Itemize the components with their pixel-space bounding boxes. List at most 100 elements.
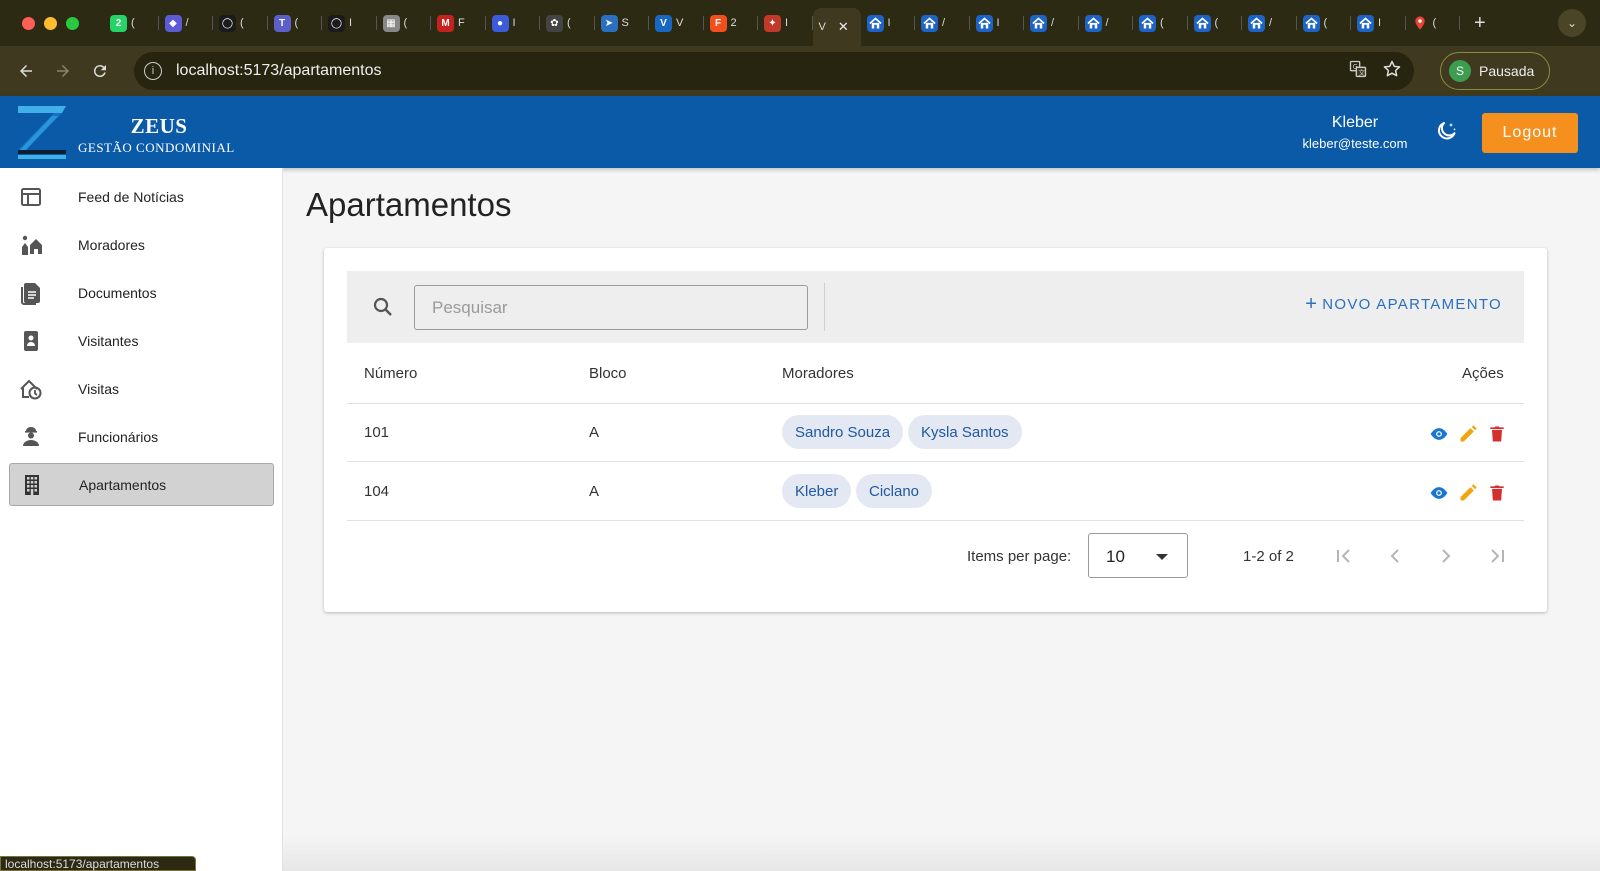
github-icon: ◯ xyxy=(328,14,345,32)
browser-tab[interactable]: ● I xyxy=(486,6,541,40)
user-info: Kleber kleber@teste.com xyxy=(1290,114,1420,151)
reload-button[interactable] xyxy=(89,60,111,82)
browser-tab[interactable]: / xyxy=(1079,6,1134,40)
browser-tab[interactable]: / xyxy=(915,6,970,40)
tab-title: ( xyxy=(1432,17,1437,29)
whatsapp-icon: 2 xyxy=(110,14,127,32)
back-button[interactable] xyxy=(15,60,37,82)
plus-icon: + xyxy=(1305,293,1319,315)
cell-numero: 104 xyxy=(364,483,390,500)
theme-toggle-moon-icon[interactable] xyxy=(1434,120,1458,144)
tab-title: 2 xyxy=(730,17,737,29)
close-window-button[interactable] xyxy=(22,16,35,30)
url-text: localhost:5173/apartamentos xyxy=(176,62,382,79)
last-page-icon[interactable] xyxy=(1485,544,1509,568)
delete-trash-icon[interactable] xyxy=(1487,424,1507,444)
svg-text:文: 文 xyxy=(1358,67,1365,76)
new-apartment-button[interactable]: + NOVO APARTAMENTO xyxy=(1305,293,1502,315)
sidebar-item-visitas[interactable]: Visitas xyxy=(9,367,274,410)
delete-trash-icon[interactable] xyxy=(1487,483,1507,503)
resident-chip[interactable]: Ciclano xyxy=(856,474,933,508)
tab-title: / xyxy=(1105,17,1109,29)
browser-tab[interactable]: / xyxy=(1024,6,1079,40)
browser-tab[interactable]: ( xyxy=(1133,6,1188,40)
browser-tab[interactable]: I xyxy=(970,6,1025,40)
items-per-page-select[interactable]: 10 xyxy=(1088,533,1188,578)
view-eye-icon[interactable] xyxy=(1429,483,1449,503)
profile-label: Pausada xyxy=(1479,63,1535,79)
resident-chip[interactable]: Kysla Santos xyxy=(908,415,1022,449)
logout-button[interactable]: Logout xyxy=(1482,113,1578,153)
caret-down-icon xyxy=(1156,554,1168,560)
gmail-icon: M xyxy=(437,14,454,32)
browser-tab[interactable]: ( xyxy=(1297,6,1352,40)
sidebar-item-moradores[interactable]: Moradores xyxy=(9,223,274,266)
browser-tab[interactable]: 2( xyxy=(104,6,159,40)
browser-tab[interactable]: ▦( xyxy=(377,6,432,40)
browser-tab[interactable]: I xyxy=(861,6,916,40)
tab-title: / xyxy=(942,17,946,29)
tab-title: / xyxy=(1269,17,1273,29)
tab-title: F xyxy=(458,17,465,29)
brand-subtitle: GESTÃO CONDOMINIAL xyxy=(78,140,235,155)
cell-numero: 101 xyxy=(364,424,390,441)
translate-icon[interactable]: G文 xyxy=(1348,59,1368,84)
home-tab-icon xyxy=(1248,14,1265,32)
tab-title: V xyxy=(818,21,826,33)
first-page-icon[interactable] xyxy=(1332,544,1356,568)
tab-title: I xyxy=(512,17,516,29)
browser-tab[interactable]: F2 xyxy=(704,6,759,40)
browser-tab-active[interactable]: V ✕ xyxy=(812,8,861,46)
browser-tab[interactable]: ◯( xyxy=(213,6,268,40)
resident-chip[interactable]: Sandro Souza xyxy=(782,415,904,449)
maps-tab-icon xyxy=(1412,15,1429,32)
browser-tab[interactable]: I xyxy=(1351,6,1406,40)
edit-pencil-icon[interactable] xyxy=(1458,483,1478,503)
site-info-icon[interactable]: i xyxy=(144,62,162,80)
browser-tabs: 2(◆ / ◯(T(◯ I ▦(M F ● I ✿(➤ S V V F 2 ✦ I V ✕ I / I / /((/(I(+ xyxy=(104,0,1486,46)
sidebar-item-feed[interactable]: Feed de Notícias xyxy=(9,175,274,218)
browser-tab[interactable]: ➤ S xyxy=(595,6,650,40)
sidebar-item-label: Apartamentos xyxy=(79,476,167,493)
next-page-icon[interactable] xyxy=(1434,544,1458,568)
column-header-numero[interactable]: Número xyxy=(364,365,417,382)
edit-pencil-icon[interactable] xyxy=(1458,424,1478,444)
zoom-window-button[interactable] xyxy=(66,16,79,30)
browser-tab[interactable]: / xyxy=(1242,6,1297,40)
app-tab-icon: ● xyxy=(491,14,509,32)
bookmark-star-icon[interactable] xyxy=(1382,59,1402,84)
browser-tab[interactable]: ( xyxy=(1188,6,1243,40)
browser-tab[interactable]: ◆ / xyxy=(159,6,214,40)
browser-tab[interactable]: T( xyxy=(268,6,323,40)
previous-page-icon[interactable] xyxy=(1383,544,1407,568)
address-bar[interactable]: i localhost:5173/apartamentos G文 xyxy=(134,52,1414,90)
sidebar-item-documentos[interactable]: Documentos xyxy=(9,271,274,314)
close-tab-icon[interactable]: ✕ xyxy=(838,19,849,35)
tab-search-button[interactable]: ⌄ xyxy=(1558,9,1586,37)
minimize-window-button[interactable] xyxy=(44,16,57,30)
browser-tab[interactable]: ( xyxy=(1406,6,1461,40)
search-input[interactable] xyxy=(414,285,808,330)
app-tab-icon: ✦ xyxy=(764,14,781,32)
home-tab-icon xyxy=(921,14,938,32)
user-name: Kleber xyxy=(1331,114,1379,131)
tab-title: / xyxy=(1051,17,1055,29)
browser-tab[interactable]: VV xyxy=(649,6,704,40)
browser-tab[interactable]: ◯ I xyxy=(322,6,377,40)
column-header-bloco[interactable]: Bloco xyxy=(589,365,627,382)
cell-bloco: A xyxy=(589,483,600,500)
column-header-moradores[interactable]: Moradores xyxy=(782,365,854,382)
new-tab-button[interactable]: + xyxy=(1474,12,1486,35)
sidebar-item-apartamentos[interactable]: Apartamentos xyxy=(9,463,274,506)
browser-tab[interactable]: ✿( xyxy=(540,6,595,40)
browser-tab[interactable]: ✦ I xyxy=(758,6,813,40)
tab-title: ( xyxy=(403,17,408,29)
forward-button[interactable] xyxy=(52,60,74,82)
sidebar-item-funcionarios[interactable]: Funcionários xyxy=(9,415,274,458)
profile-button[interactable]: S Pausada xyxy=(1440,52,1550,90)
resident-chip[interactable]: Kleber xyxy=(782,474,852,508)
sidebar-item-visitantes[interactable]: Visitantes xyxy=(9,319,274,362)
bottom-shade xyxy=(283,836,1600,871)
view-eye-icon[interactable] xyxy=(1429,424,1449,444)
browser-tab[interactable]: MF xyxy=(431,6,486,40)
